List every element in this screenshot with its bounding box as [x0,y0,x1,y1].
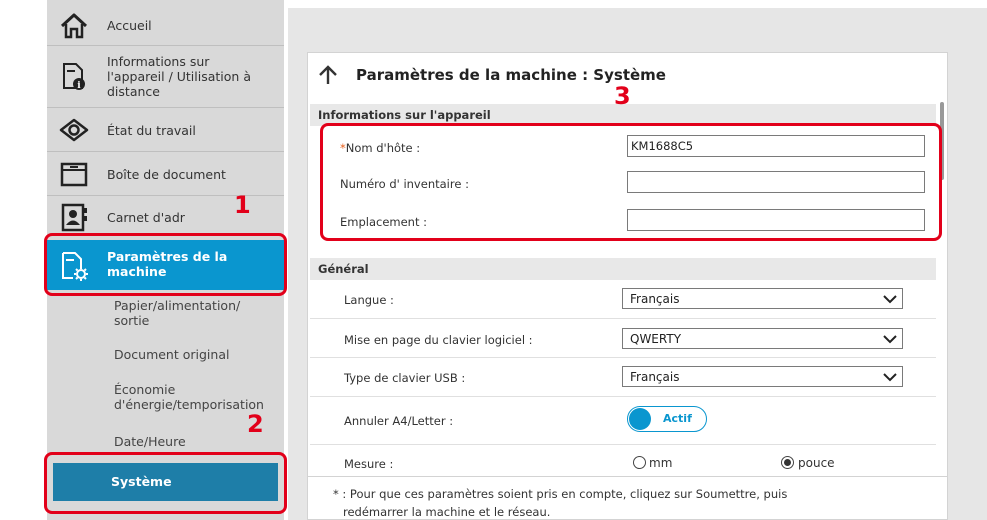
sidebar-item-job-status[interactable]: État du travail [47,111,284,149]
sidebar-item-label: Carnet d'adr [107,209,185,225]
language-select[interactable]: Français [622,288,903,309]
panel-divider [307,476,948,477]
submenu-item-date-time[interactable]: Date/Heure [114,434,186,449]
measure-radio-inch[interactable] [781,456,794,469]
language-label: Langue : [344,293,394,307]
a4-letter-label: Annuler A4/Letter : [344,414,454,428]
radio-dot [784,459,791,466]
section-header-general: Général [310,258,936,280]
measure-option-mm-label: mm [649,456,673,470]
a4-letter-toggle[interactable]: Actif [627,406,707,432]
row-divider [310,357,936,358]
chevron-down-icon [883,335,897,344]
label-line: l'appareil / Utilisation à [107,69,251,84]
sidebar-item-label: Accueil [107,17,152,33]
sidebar-item-label: Boîte de document [107,166,226,182]
usb-keyboard-select[interactable]: Français [622,366,903,387]
sidebar-item-device-info[interactable]: i Informations sur l'appareil / Utilisat… [47,48,284,104]
section-title: Informations sur l'appareil [318,108,491,122]
soft-keyboard-select[interactable]: QWERTY [622,328,903,349]
select-value: QWERTY [630,332,682,346]
chevron-down-icon [883,295,897,304]
svg-text:i: i [77,81,81,91]
submenu-item-original-document[interactable]: Document original [114,347,229,362]
address-book-icon [61,203,87,232]
callout-number: 2 [247,410,264,438]
sidebar-divider [47,45,284,46]
measure-option-inch-label: pouce [798,456,835,470]
sidebar-divider [47,151,284,152]
callout-number: 1 [234,191,251,219]
callout-box-machine-settings [44,233,287,296]
footnote-line: redémarrer la machine et le réseau. [343,505,551,519]
measure-label: Mesure : [344,457,394,471]
sidebar-item-home[interactable]: Accueil [47,6,284,44]
submenu-item-paper[interactable]: Papier/alimentation/ sortie [114,298,240,328]
sidebar-divider [47,107,284,108]
chevron-down-icon [883,373,897,382]
select-value: Français [630,292,680,306]
measure-radio-mm[interactable] [633,456,646,469]
callout-number: 3 [614,82,631,110]
submenu-item-energy-saver[interactable]: Économie d'énergie/temporisation [114,382,264,412]
footnote-line: * : Pour que ces paramètres soient pris … [333,487,788,501]
sidebar-item-label: Informations sur l'appareil / Utilisatio… [107,54,251,99]
device-info-icon: i [63,63,85,91]
sidebar-item-document-box[interactable]: Boîte de document [47,155,284,193]
select-value: Français [630,370,680,384]
section-title: Général [318,262,369,276]
callout-box-system [44,452,287,514]
arrow-up-icon[interactable] [317,64,339,86]
label-line: distance [107,84,160,99]
label-line: sortie [114,313,150,328]
label-line: d'énergie/temporisation [114,397,264,412]
usb-keyboard-label: Type de clavier USB : [344,371,466,385]
callout-box-device-info [320,123,942,241]
toggle-knob [629,408,651,430]
eye-icon [59,118,89,142]
document-box-icon [60,162,88,187]
row-divider [310,444,936,445]
home-icon [60,13,88,39]
toggle-label: Actif [663,412,692,425]
label-line: Économie [114,382,176,397]
row-divider [310,318,936,319]
sidebar-item-label: État du travail [107,122,196,138]
row-divider [310,396,936,397]
label-line: Informations sur [107,54,210,69]
soft-keyboard-label: Mise en page du clavier logiciel : [344,333,533,347]
label-line: Papier/alimentation/ [114,298,241,313]
